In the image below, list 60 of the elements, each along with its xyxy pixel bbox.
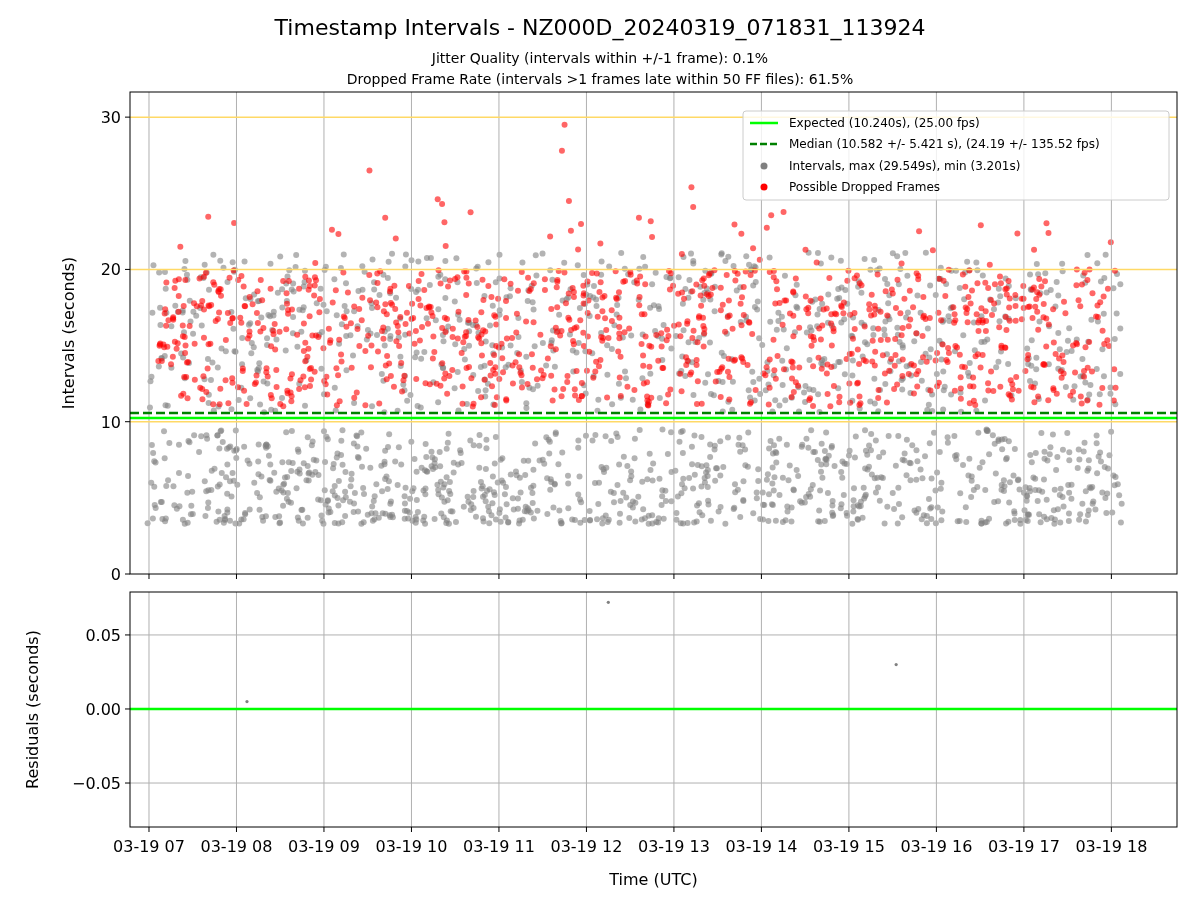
tick-mark <box>760 826 762 833</box>
tick-mark <box>323 826 325 833</box>
axis-tick-label: 20 <box>100 260 121 280</box>
tick-mark <box>410 826 412 833</box>
tick-mark <box>124 708 131 710</box>
axis-tick-label: 03-19 12 <box>550 837 623 856</box>
tick-mark <box>1110 826 1112 833</box>
axis-tick-label: 0 <box>110 565 121 584</box>
axis-tick-label: 30 <box>100 108 121 128</box>
tick-mark <box>935 826 937 833</box>
axis-tick-label: 03-19 14 <box>725 837 798 856</box>
axis-tick-label: 03-19 07 <box>113 837 185 856</box>
tick-mark <box>148 573 150 580</box>
tick-mark <box>236 826 237 833</box>
tick-mark <box>1110 573 1112 580</box>
tick-mark <box>236 573 237 580</box>
legend-label: Median (10.582 +/- 5.421 s), (24.19 +/- 135.52 fps) <box>789 137 1100 151</box>
axis-tick-label: 03-19 09 <box>288 837 360 856</box>
tick-mark <box>585 573 587 580</box>
tick-mark <box>1023 573 1025 580</box>
legend-label: Possible Dropped Frames <box>789 180 941 194</box>
chart-title: Timestamp Intervals - NZ000D_20240319_071831_113924 <box>274 14 926 42</box>
tick-mark <box>124 116 131 118</box>
axis-tick-label: 03-19 11 <box>463 837 535 856</box>
tick-mark <box>935 573 937 580</box>
axis-tick-label: 0.05 <box>85 625 121 645</box>
axis-tick-label: 03-19 18 <box>1075 837 1148 856</box>
tick-mark <box>498 826 500 833</box>
tick-mark <box>124 268 131 270</box>
axis-tick-label: 03-19 16 <box>900 837 973 856</box>
axis-title: Residuals (seconds) <box>23 630 42 789</box>
chart-subtitle: Jitter Quality (intervals within +/-1 frame): 0.1% <box>431 49 769 68</box>
tick-mark <box>148 826 150 833</box>
tick-mark <box>124 782 131 784</box>
tick-mark <box>124 421 131 423</box>
axis-tick-label: −0.05 <box>71 774 121 793</box>
legend-label: Expected (10.240s), (25.00 fps) <box>789 116 980 130</box>
chart-subtitle: Dropped Frame Rate (intervals >1 frames late within 50 FF files): 61.5% <box>346 70 854 89</box>
axis-title: Intervals (seconds) <box>59 256 78 410</box>
axis-tick-label: 0.00 <box>85 700 121 719</box>
tick-mark <box>673 826 675 833</box>
tick-mark <box>124 634 131 636</box>
axis-title: Time (UTC) <box>609 870 698 889</box>
axis-tick-label: 03-19 13 <box>637 837 710 856</box>
legend-label: Intervals, max (29.549s), min (3.201s) <box>789 159 1021 173</box>
tick-mark <box>323 573 325 580</box>
tick-mark <box>760 573 762 580</box>
tick-mark <box>410 573 412 580</box>
axis-tick-label: 03-19 10 <box>375 837 448 856</box>
tick-mark <box>585 826 587 833</box>
axis-tick-label: 03-19 08 <box>200 837 273 856</box>
tick-mark <box>848 826 850 833</box>
axis-tick-label: 03-19 15 <box>812 837 885 856</box>
tick-mark <box>124 573 131 575</box>
tick-mark <box>498 573 500 580</box>
tick-mark <box>848 573 850 580</box>
tick-mark <box>673 573 675 580</box>
axis-tick-label: 03-19 17 <box>987 837 1060 856</box>
tick-mark <box>1023 826 1025 833</box>
axis-tick-label: 10 <box>100 412 121 432</box>
